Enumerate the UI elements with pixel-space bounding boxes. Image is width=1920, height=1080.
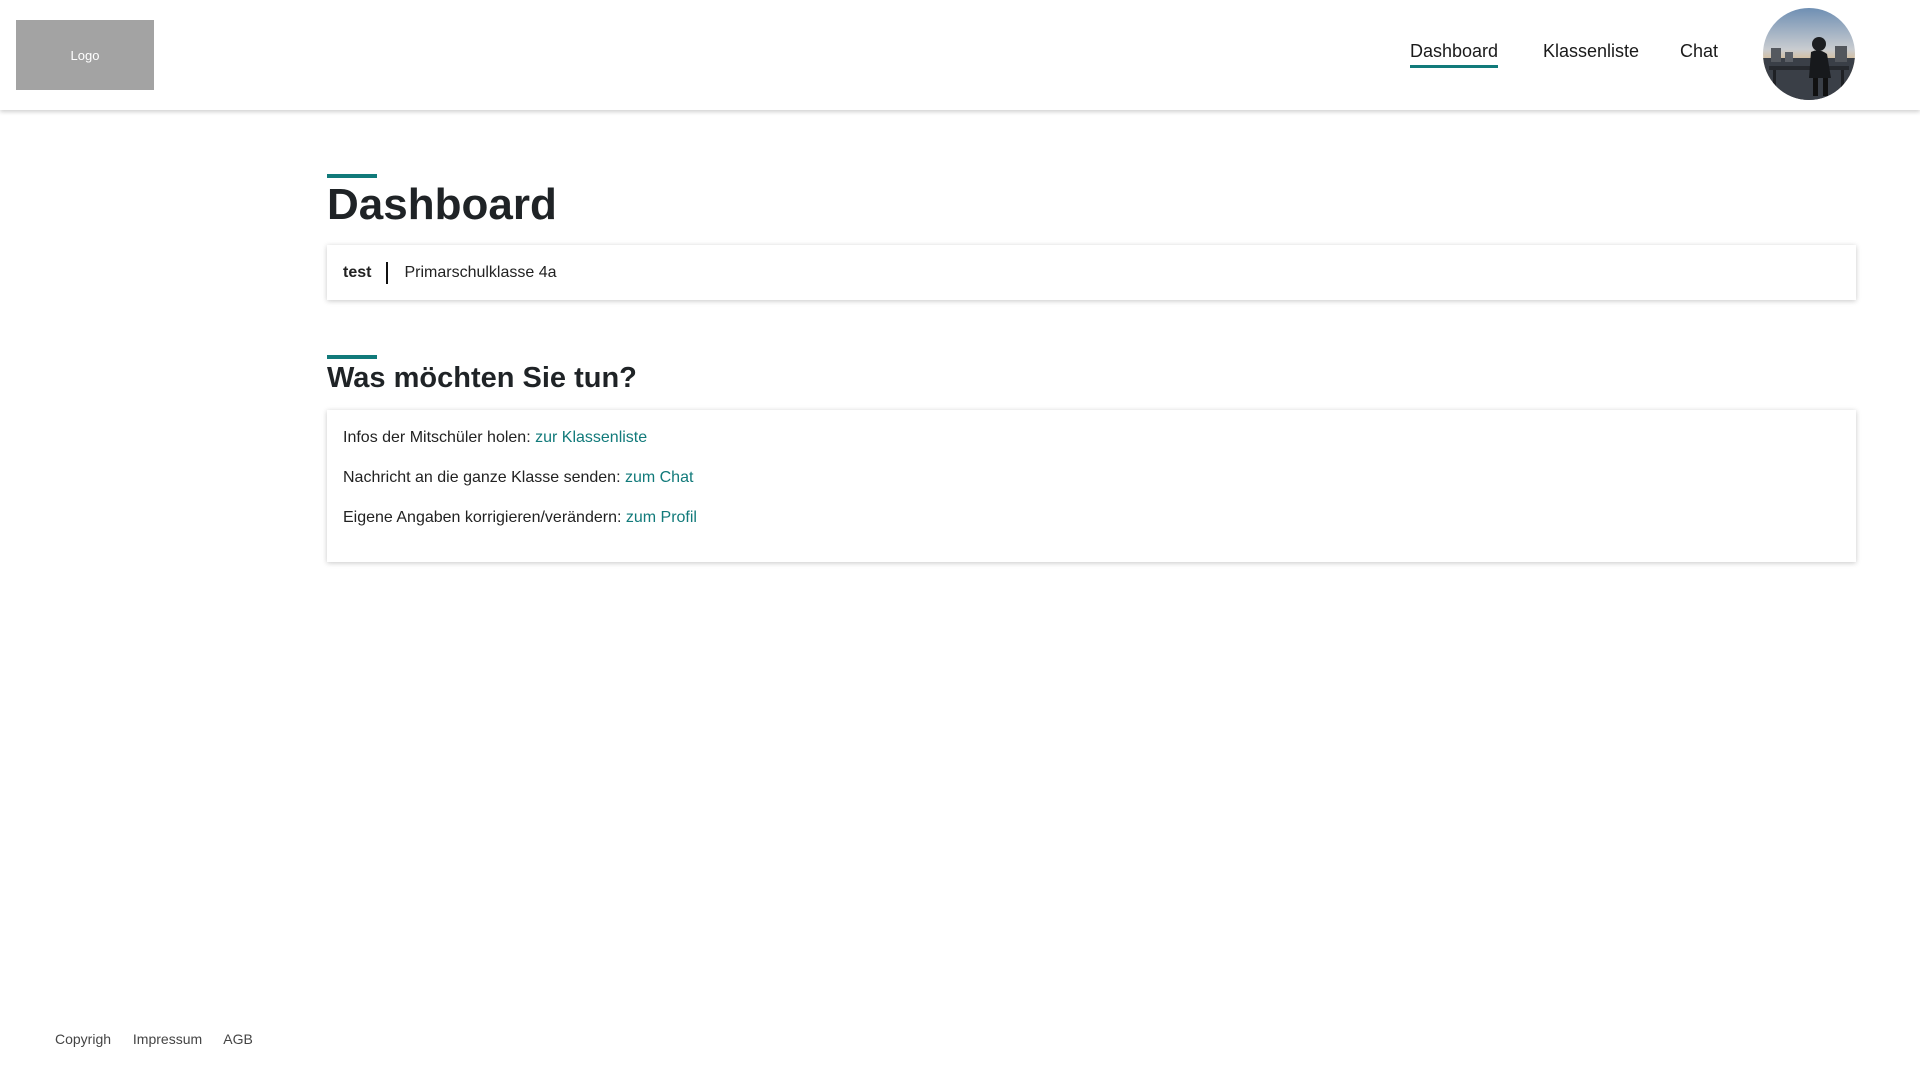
user-class: Primarschulklasse 4a bbox=[404, 263, 557, 281]
nav-klassenliste[interactable]: Klassenliste bbox=[1543, 41, 1639, 62]
section-accent-bar bbox=[327, 355, 377, 359]
title-accent-bar bbox=[327, 174, 377, 178]
user-avatar[interactable] bbox=[1763, 8, 1855, 100]
action-text: Infos der Mitschüler holen: bbox=[343, 429, 536, 446]
nav-chat[interactable]: Chat bbox=[1680, 41, 1718, 62]
main-nav: Dashboard Klassenliste Chat bbox=[0, 41, 1920, 71]
chat-link[interactable]: zum Chat bbox=[625, 469, 693, 486]
klassenliste-link[interactable]: zur Klassenliste bbox=[535, 429, 647, 446]
avatar-photo-icon bbox=[1763, 8, 1855, 100]
action-item: Nachricht an die ganze Klasse senden: zu… bbox=[343, 468, 1840, 508]
footer-agb-link[interactable]: AGB bbox=[223, 1031, 253, 1047]
footer-copyright-link[interactable]: Copyrigh bbox=[55, 1031, 111, 1047]
user-name: test bbox=[343, 263, 372, 281]
nav-dashboard[interactable]: Dashboard bbox=[1410, 41, 1499, 68]
footer: Copyrigh Impressum AGB bbox=[55, 1031, 271, 1047]
profil-link[interactable]: zum Profil bbox=[626, 509, 697, 526]
section-title: Was möchten Sie tun? bbox=[327, 362, 637, 394]
info-separator bbox=[386, 261, 389, 284]
footer-impressum-link[interactable]: Impressum bbox=[133, 1031, 202, 1047]
page-title: Dashboard bbox=[327, 180, 557, 229]
action-item: Infos der Mitschüler holen: zur Klassenl… bbox=[343, 428, 1840, 468]
action-text: Eigene Angaben korrigieren/verändern: bbox=[343, 509, 626, 526]
top-header: Logo Dashboard Klassenliste Chat bbox=[0, 0, 1920, 110]
actions-card: Infos der Mitschüler holen: zur Klassenl… bbox=[327, 410, 1856, 562]
action-text: Nachricht an die ganze Klasse senden: bbox=[343, 469, 625, 486]
action-item: Eigene Angaben korrigieren/verändern: zu… bbox=[343, 508, 1840, 548]
user-info-card: test Primarschulklasse 4a bbox=[327, 245, 1856, 300]
